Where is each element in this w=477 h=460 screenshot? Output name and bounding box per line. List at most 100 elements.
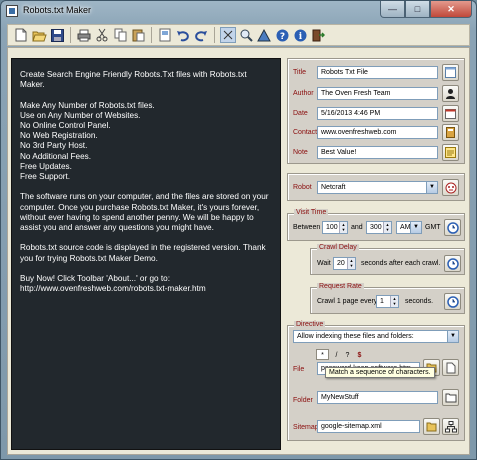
author-field[interactable]: The Oven Fresh Team [317,87,438,100]
gmt-label: GMT [425,224,441,231]
sitemap-tree-button[interactable] [442,418,459,435]
toolbar-separator [151,27,152,43]
ampm-value: AM [400,224,411,231]
crawl-delay-spinner[interactable]: ▲ ▼ [347,258,355,269]
text-paragraph: The software runs on your computer, and … [20,192,269,233]
crawl-delay-value: 20 [337,260,345,267]
paste-icon[interactable] [130,27,146,43]
directive-select-value: Allow indexing these files and folders: [297,333,414,340]
folder-field[interactable]: MyNewStuff [317,391,438,404]
app-window: Robots.txt Maker — □ ✕ ? i Create Search… [0,0,477,460]
title-button[interactable] [442,64,459,81]
ampm-select[interactable]: AM ▼ [396,221,422,234]
crawl-delay-clock-button[interactable] [444,255,461,272]
sitemap-icon [444,420,457,432]
date-button[interactable] [442,105,459,122]
request-rate-suffix: seconds. [405,298,434,305]
and-label: and [351,224,363,231]
request-rate-field[interactable]: 1 ▲ ▼ [376,295,399,308]
window-title: Robots.txt Maker [23,5,92,15]
crawl-delay-field[interactable]: 20 ▲ ▼ [333,257,356,270]
clock-icon [446,295,459,308]
token-asterisk-button[interactable]: * [316,349,329,360]
title-field[interactable]: Robots Txt File [317,66,438,79]
maximize-button[interactable]: □ [405,1,430,18]
request-rate-legend: Request Rate [317,283,364,290]
directive-select[interactable]: Allow indexing these files and folders: … [293,330,459,343]
contact-label: Contact [293,129,318,136]
visit-start-spinner[interactable]: ▲ ▼ [339,222,347,233]
exit-icon[interactable] [310,27,326,43]
text-paragraph: Buy Now! Click Toolbar 'About...' or go … [20,274,206,294]
author-button[interactable] [442,85,459,102]
sitemap-label: Sitemap [293,424,319,431]
print-icon[interactable] [76,27,92,43]
request-rate-spinner[interactable]: ▲ ▼ [390,296,398,307]
preview-icon[interactable] [157,27,173,43]
maximize-icon: □ [414,4,421,14]
date-label: Date [293,110,308,117]
minimize-button[interactable]: — [380,1,405,18]
note-field[interactable]: Best Value! [317,146,438,159]
visit-start-field[interactable]: 100 ▲ ▼ [322,221,348,234]
robot-button[interactable] [442,179,459,196]
request-rate-prefix: Crawl 1 page every [317,298,378,305]
robot-icon [445,182,456,193]
search-icon[interactable] [238,27,254,43]
new-file-icon [446,362,455,373]
visit-end-field[interactable]: 300 ▲ ▼ [366,221,392,234]
toolbar-separator [214,27,215,43]
crawl-delay-legend: Crawl Delay [317,244,359,251]
save-icon[interactable] [49,27,65,43]
visit-start-value: 100 [326,224,338,231]
text-paragraph: Make Any Number of Robots.txt files. Use… [20,100,155,182]
folder-button[interactable] [442,389,459,406]
open-folder-icon[interactable] [31,27,47,43]
title-bar[interactable]: Robots.txt Maker — □ ✕ [1,1,476,21]
close-button[interactable]: ✕ [430,1,472,18]
svg-text:?: ? [279,32,284,42]
between-label: Between [293,224,321,231]
text-paragraph: Create Search Engine Friendly Robots.Txt… [20,70,247,90]
chevron-down-icon[interactable]: ▼ [447,331,458,342]
address-book-icon [446,127,455,138]
folder-label: Folder [293,397,313,404]
visit-time-legend: Visit Time [294,209,329,216]
cut-icon[interactable] [94,27,110,43]
note-label: Note [293,149,308,156]
token-slash-button[interactable]: / [332,350,341,361]
date-field[interactable]: 5/16/2013 4:46 PM [317,107,438,120]
tile-icon[interactable] [220,27,236,43]
chevron-down-icon[interactable]: ▼ [426,182,437,193]
note-button[interactable] [442,144,459,161]
visit-time-clock-button[interactable] [444,219,461,236]
sitemap-open-button[interactable] [423,418,440,435]
title-label: Title [293,69,306,76]
visit-end-value: 300 [370,224,382,231]
visit-end-spinner[interactable]: ▲ ▼ [383,222,391,233]
chevron-down-icon[interactable]: ▼ [410,222,421,233]
new-file-icon[interactable] [13,27,29,43]
open-folder-icon [426,422,436,432]
help-icon[interactable]: ? [274,27,290,43]
undo-icon[interactable] [175,27,191,43]
contact-button[interactable] [442,124,459,141]
contact-field[interactable]: www.ovenfreshweb.com [317,126,438,139]
token-question-button[interactable]: ? [343,350,352,361]
robot-select-value: Netcraft [321,184,346,191]
info-icon[interactable]: i [292,27,308,43]
person-icon [446,89,455,99]
svg-text:i: i [298,32,302,42]
request-rate-clock-button[interactable] [444,293,461,310]
robot-select[interactable]: Netcraft ▼ [317,181,438,194]
token-dollar-button[interactable]: $ [355,350,364,361]
toolbar: ? i [7,24,470,46]
copy-icon[interactable] [112,27,128,43]
minimize-icon: — [388,4,397,14]
info-text-pane[interactable]: Create Search Engine Friendly Robots.Txt… [11,58,281,450]
redo-icon[interactable] [193,27,209,43]
text-paragraph: Robots.txt source code is displayed in t… [20,243,266,263]
shape-icon[interactable] [256,27,272,43]
file-new-button[interactable] [442,359,459,376]
sitemap-field[interactable]: google-sitemap.xml [317,420,420,433]
